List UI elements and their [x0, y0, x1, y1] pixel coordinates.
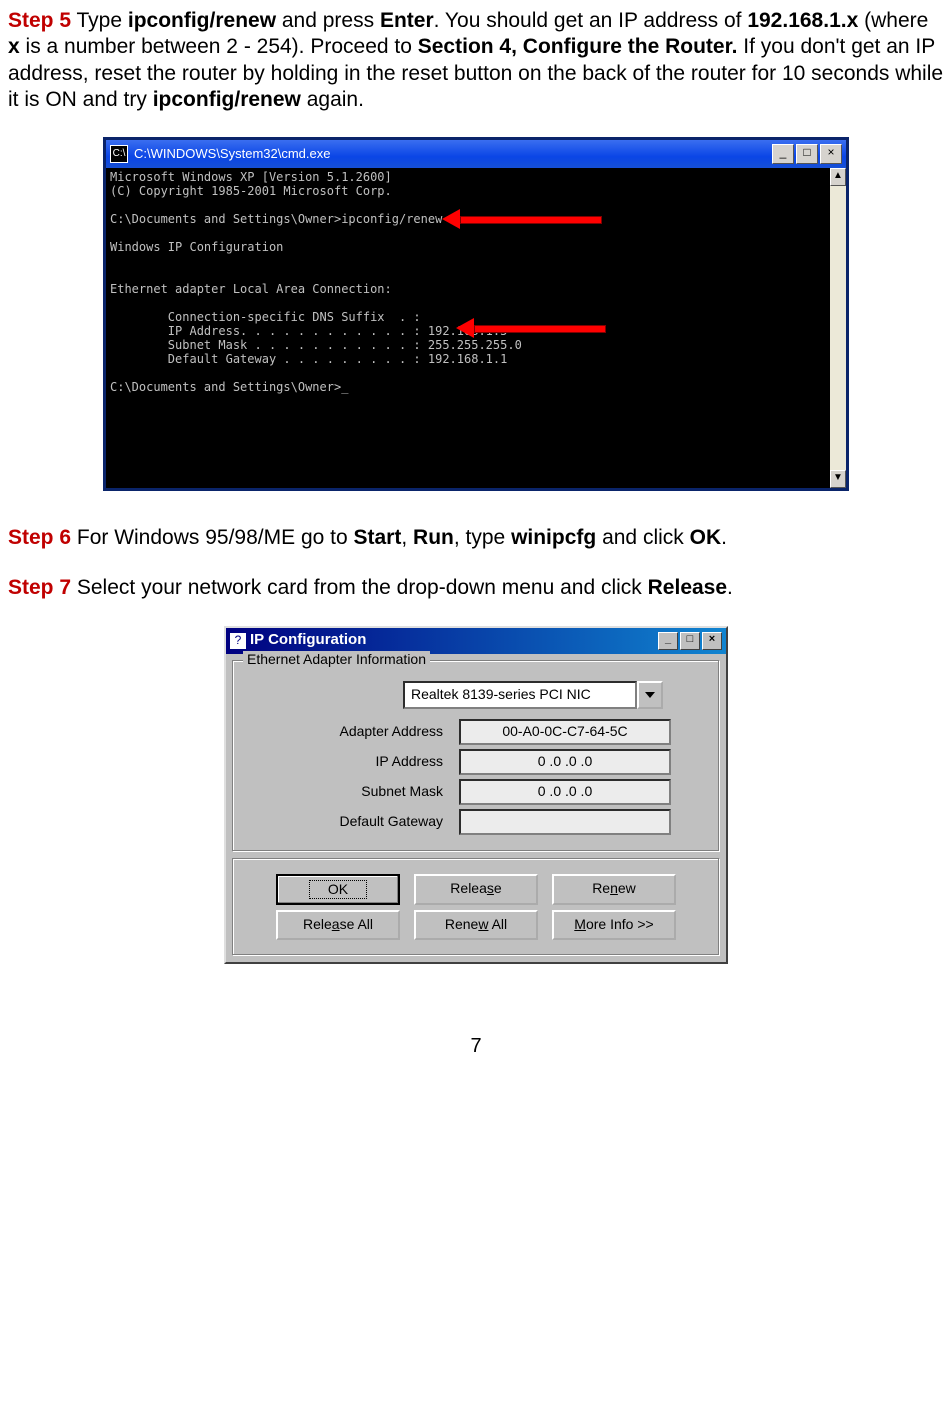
cmd-exe-icon: C:\: [110, 145, 128, 163]
label-adapter-address: Adapter Address: [243, 723, 459, 741]
button-panel: OK Release Renew Release All Renew All M…: [232, 858, 720, 956]
label-default-gateway: Default Gateway: [243, 813, 459, 831]
ipconfig-screenshot: ? IP Configuration _ □ × Ethernet Adapte…: [8, 626, 944, 964]
group-legend: Ethernet Adapter Information: [243, 651, 430, 669]
page-number: 7: [8, 1034, 944, 1059]
maximize-button[interactable]: □: [680, 632, 700, 650]
more-info-button[interactable]: More Info >>: [552, 910, 676, 940]
ipcfg-window-title: IP Configuration: [250, 631, 658, 650]
minimize-button[interactable]: _: [772, 144, 794, 164]
renew-all-button[interactable]: Renew All: [414, 910, 538, 940]
nic-selected: Realtek 8139-series PCI NIC: [403, 681, 637, 709]
dropdown-arrow-icon[interactable]: [637, 681, 663, 709]
cmd-ipconfig-renew: ipconfig/renew: [128, 9, 276, 32]
ok-button[interactable]: OK: [276, 874, 400, 906]
close-button[interactable]: ×: [820, 144, 842, 164]
cmd-window-title: C:\WINDOWS\System32\cmd.exe: [134, 146, 772, 162]
minimize-button[interactable]: _: [658, 632, 678, 650]
value-ip-address: 0 .0 .0 .0: [459, 749, 671, 775]
maximize-button[interactable]: □: [796, 144, 818, 164]
renew-button[interactable]: Renew: [552, 874, 676, 906]
step5-label: Step 5: [8, 9, 71, 32]
step7-paragraph: Step 7 Select your network card from the…: [8, 575, 944, 601]
label-ip-address: IP Address: [243, 753, 459, 771]
value-subnet-mask: 0 .0 .0 .0: [459, 779, 671, 805]
step5-paragraph: Step 5 Type ipconfig/renew and press Ent…: [8, 8, 944, 113]
cmd-titlebar: C:\ C:\WINDOWS\System32\cmd.exe _ □ ×: [106, 140, 846, 168]
scrollbar[interactable]: ▲ ▼: [830, 168, 846, 488]
step7-label: Step 7: [8, 576, 71, 599]
scroll-down-icon[interactable]: ▼: [830, 470, 846, 488]
release-button[interactable]: Release: [414, 874, 538, 906]
label-subnet-mask: Subnet Mask: [243, 783, 459, 801]
ethernet-adapter-group: Ethernet Adapter Information Realtek 813…: [232, 660, 720, 852]
close-button[interactable]: ×: [702, 632, 722, 650]
scroll-track[interactable]: [830, 186, 846, 470]
ipcfg-app-icon: ?: [230, 633, 246, 649]
scroll-up-icon[interactable]: ▲: [830, 168, 846, 186]
step6-label: Step 6: [8, 526, 71, 549]
value-adapter-address: 00-A0-0C-C7-64-5C: [459, 719, 671, 745]
release-all-button[interactable]: Release All: [276, 910, 400, 940]
step6-paragraph: Step 6 For Windows 95/98/ME go to Start,…: [8, 525, 944, 551]
cmd-screenshot: C:\ C:\WINDOWS\System32\cmd.exe _ □ × Mi…: [8, 137, 944, 491]
nic-dropdown[interactable]: Realtek 8139-series PCI NIC: [403, 681, 663, 709]
value-default-gateway: [459, 809, 671, 835]
